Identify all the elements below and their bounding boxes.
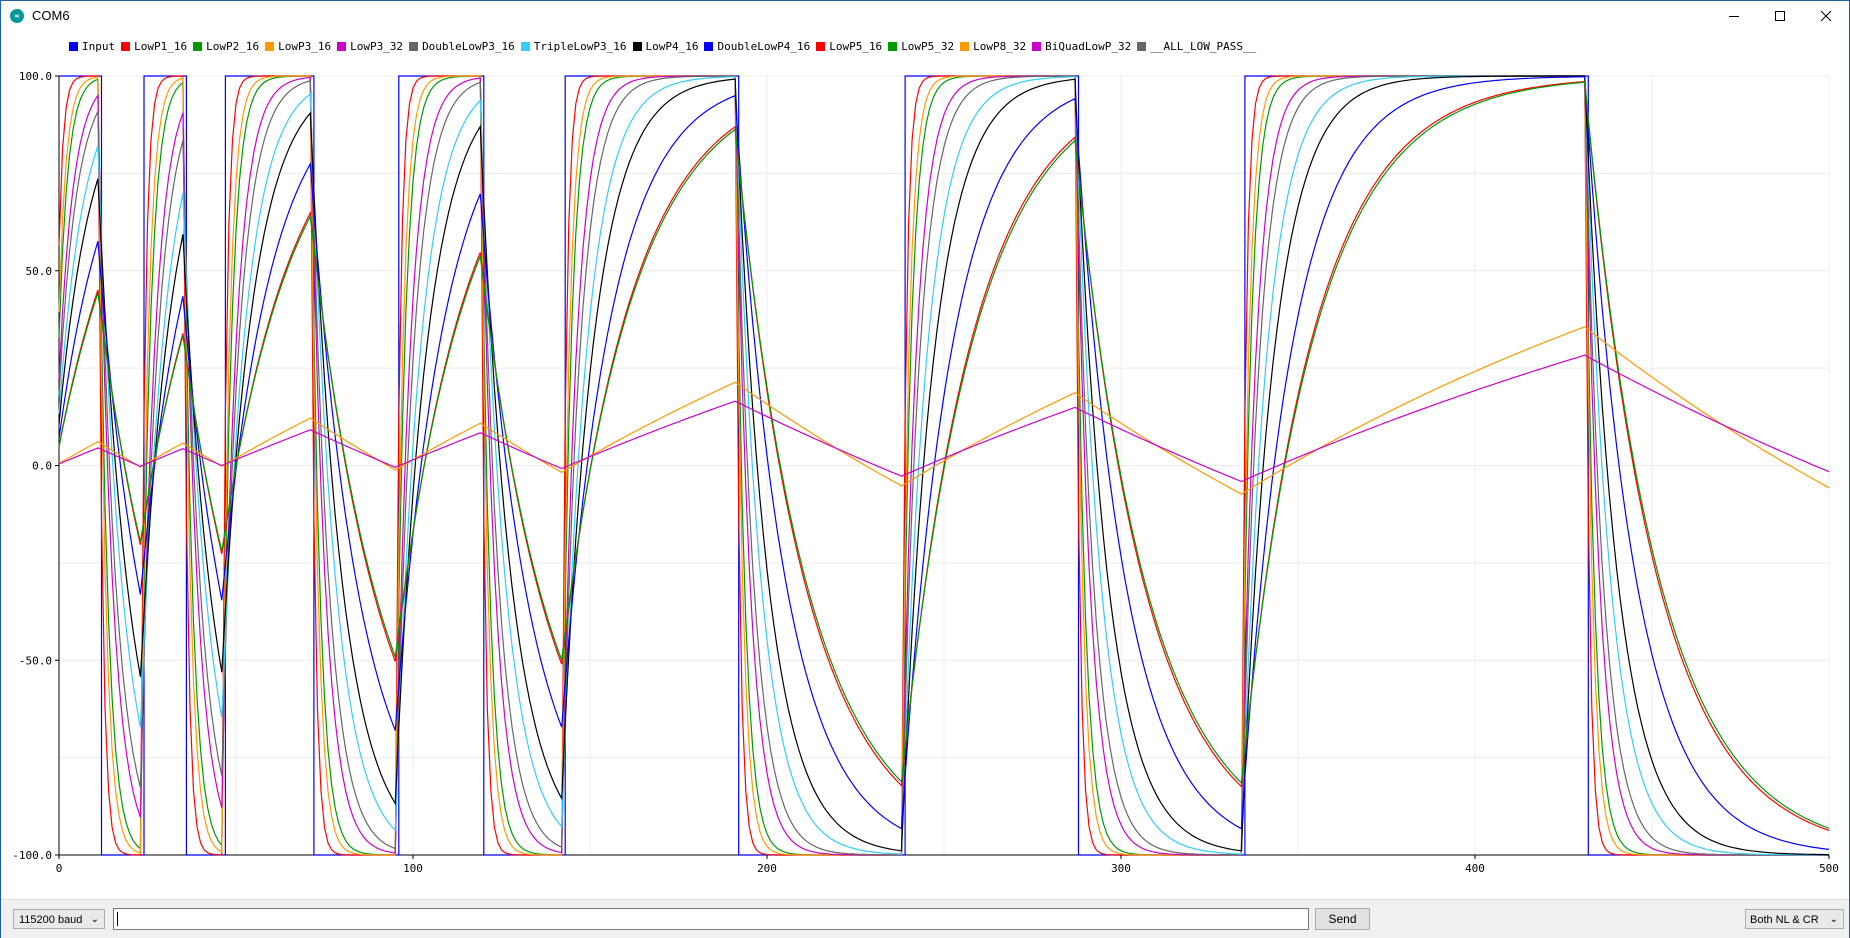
x-tick-label: 0 [56, 862, 63, 875]
maximize-icon [1775, 11, 1785, 21]
baud-rate-select[interactable]: 115200 baud ⌄ [13, 909, 105, 929]
send-button[interactable]: Send [1315, 908, 1370, 930]
y-tick-label: -50.0 [19, 654, 52, 667]
text-caret [117, 912, 118, 926]
y-tick-label: 0.0 [32, 460, 52, 473]
minimize-icon [1729, 16, 1739, 17]
x-tick-label: 400 [1465, 862, 1485, 875]
baud-rate-value: 115200 baud [19, 914, 83, 926]
serial-send-input[interactable] [113, 908, 1309, 930]
serial-plot-chart: 100.0 50.0 0.0 -50.0 -100.0 0 100 200 300 400 500 [12, 70, 1839, 875]
close-icon [1820, 10, 1832, 22]
y-tick-label: 100.0 [19, 70, 52, 83]
window-title: COM6 [32, 8, 70, 23]
line-ending-select[interactable]: Both NL & CR ⌄ [1745, 909, 1844, 929]
x-tick-label: 300 [1111, 862, 1131, 875]
maximize-button[interactable] [1757, 1, 1803, 31]
x-tick-label: 100 [403, 862, 423, 875]
y-tick-label: 50.0 [26, 265, 53, 278]
arduino-icon: ∞ [10, 9, 24, 23]
chevron-down-icon: ⌄ [1829, 914, 1838, 925]
chart-ticks: 100.0 50.0 0.0 -50.0 -100.0 0 100 200 300 400 500 [12, 70, 1839, 875]
bottom-toolbar: 115200 baud ⌄ Send Both NL & CR ⌄ [1, 899, 1849, 938]
x-tick-label: 500 [1819, 862, 1839, 875]
line-ending-value: Both NL & CR [1750, 914, 1819, 926]
minimize-button[interactable] [1711, 1, 1757, 31]
y-tick-label: -100.0 [12, 849, 52, 862]
x-tick-label: 200 [757, 862, 777, 875]
close-button[interactable] [1803, 1, 1849, 31]
serial-plotter-window: ∞ COM6 Input LowP1_16 LowP2_16 LowP3_16 LowP… [0, 0, 1850, 938]
chevron-down-icon: ⌄ [90, 914, 99, 925]
title-bar: ∞ COM6 [1, 1, 1849, 31]
